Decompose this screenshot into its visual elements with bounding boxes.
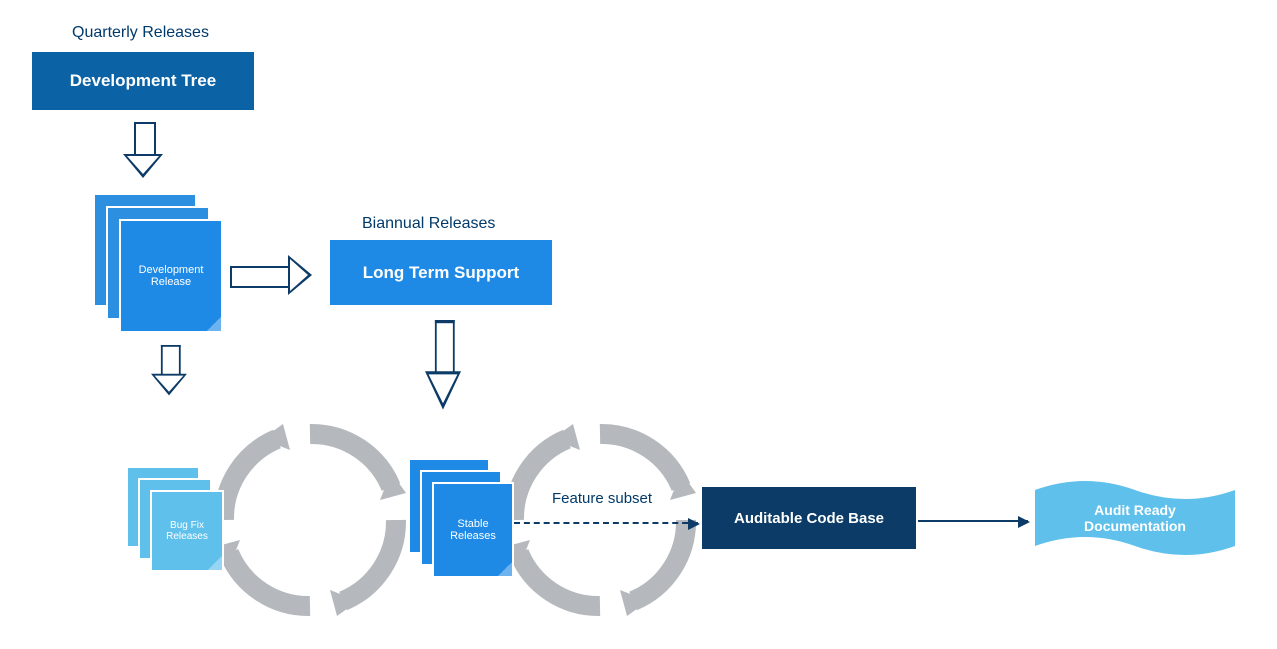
- node-audit-doc-ribbon: Audit Ready Documentation: [1035, 478, 1235, 558]
- cycle-arrows-icon: [500, 420, 700, 620]
- node-development-tree: Development Tree: [32, 52, 254, 110]
- node-audit-doc-label: Audit Ready Documentation: [1035, 478, 1235, 558]
- arrow-down-icon: [123, 122, 163, 182]
- header-quarterly: Quarterly Releases: [72, 24, 209, 42]
- node-auditable: Auditable Code Base: [702, 487, 916, 549]
- dashed-arrow-icon: [514, 522, 698, 524]
- solid-arrow-icon: [918, 520, 1028, 522]
- card-stable-front: Stable Releases: [434, 484, 512, 576]
- arrow-down-icon: [425, 320, 461, 416]
- cycle-arrows-icon: [210, 420, 410, 620]
- card-bugfix-front: Bug Fix Releases: [152, 492, 222, 570]
- arrow-down-icon: [151, 345, 187, 399]
- diagram-canvas: Quarterly Releases Biannual Releases Dev…: [0, 0, 1277, 649]
- node-lts: Long Term Support: [330, 240, 552, 305]
- arrow-right-icon: [230, 255, 320, 295]
- label-feature-subset: Feature subset: [552, 490, 652, 507]
- header-biannual: Biannual Releases: [362, 215, 495, 233]
- card-dev-release-front: Development Release: [121, 221, 221, 331]
